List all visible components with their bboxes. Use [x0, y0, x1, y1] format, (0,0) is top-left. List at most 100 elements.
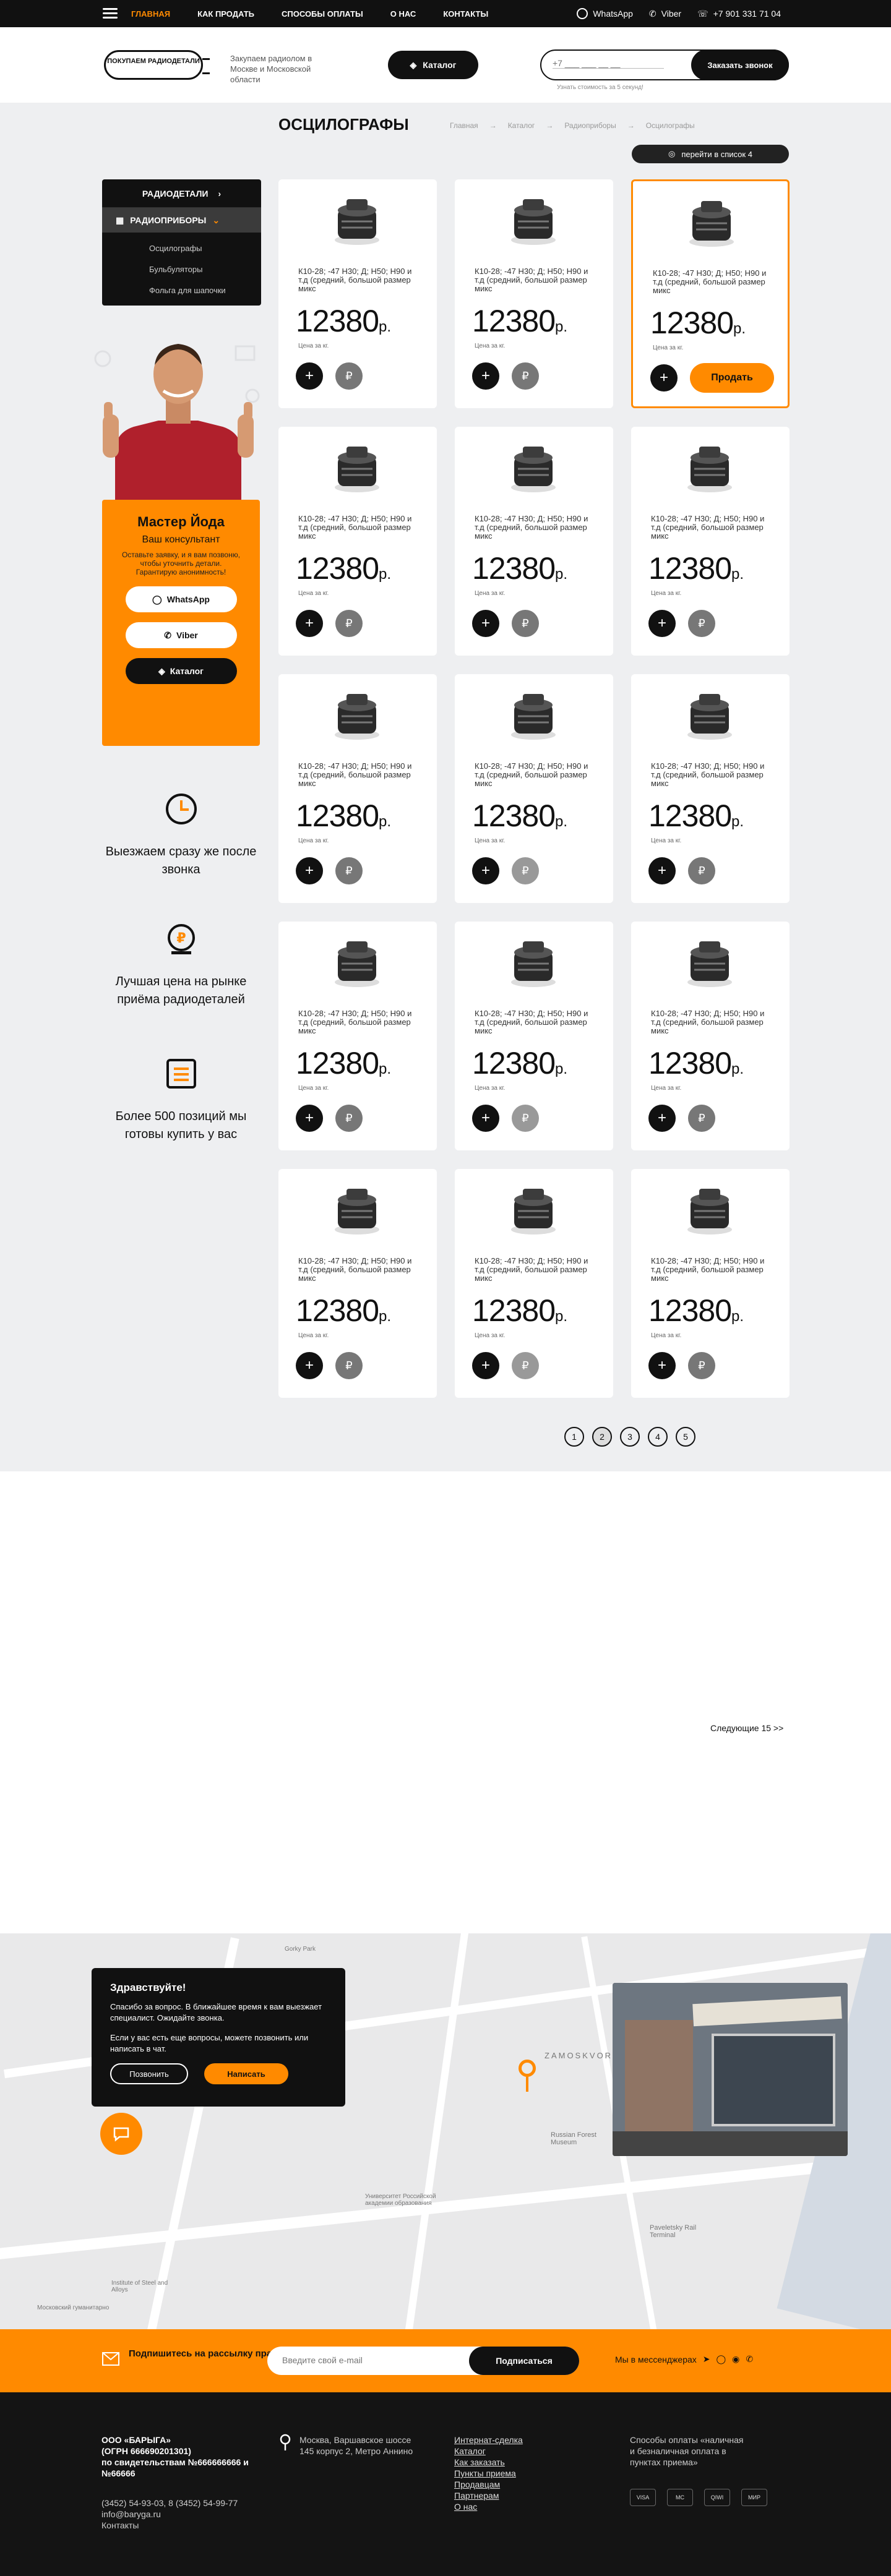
product-card[interactable]: К10-28; -47 Н30; Д; Н50; Н90 и т.д (сред…: [631, 427, 790, 656]
viber-icon[interactable]: ✆: [746, 2354, 753, 2364]
nav-how-to-sell[interactable]: КАК ПРОДАТЬ: [197, 9, 254, 19]
product-card[interactable]: К10-28; -47 Н30; Д; Н50; Н90 и т.д (сред…: [455, 427, 613, 656]
main-nav: ГЛАВНАЯ КАК ПРОДАТЬ СПОСОБЫ ОПЛАТЫ О НАС…: [131, 0, 488, 27]
product-card[interactable]: К10-28; -47 Н30; Д; Н50; Н90 и т.д (сред…: [631, 922, 790, 1150]
consultant-whatsapp-button[interactable]: ◯ WhatsApp: [125, 586, 237, 612]
ruble-button[interactable]: ₽: [688, 857, 715, 884]
ruble-button[interactable]: ₽: [512, 362, 539, 390]
add-to-list-button[interactable]: +: [472, 610, 499, 637]
ruble-button[interactable]: ₽: [335, 362, 363, 390]
product-card[interactable]: К10-28; -47 Н30; Д; Н50; Н90 и т.д (сред…: [455, 674, 613, 903]
add-to-list-button[interactable]: +: [472, 1352, 499, 1379]
consultant-viber-button[interactable]: ✆ Viber: [125, 622, 237, 648]
add-to-list-button[interactable]: +: [296, 857, 323, 884]
page-4[interactable]: 4: [648, 1427, 668, 1447]
footer-email[interactable]: info@baryga.ru: [101, 2509, 238, 2520]
consultant-catalog-button[interactable]: ◈ Каталог: [125, 658, 237, 684]
add-to-list-button[interactable]: +: [472, 857, 499, 884]
add-to-list-button[interactable]: +: [648, 1105, 676, 1132]
product-card[interactable]: К10-28; -47 Н30; Д; Н50; Н90 и т.д (сред…: [278, 674, 437, 903]
ruble-button[interactable]: ₽: [335, 1105, 363, 1132]
ruble-button[interactable]: ₽: [335, 610, 363, 637]
add-to-list-button[interactable]: +: [648, 1352, 676, 1379]
map-pin-icon[interactable]: [519, 2060, 536, 2092]
footer-link[interactable]: Интернат-сделка: [454, 2434, 523, 2445]
ruble-button[interactable]: ₽: [512, 1105, 539, 1132]
nav-contacts[interactable]: КОНТАКТЫ: [443, 9, 488, 19]
subscribe-form: Подписаться: [267, 2347, 579, 2375]
footer-link[interactable]: Каталог: [454, 2445, 523, 2457]
page-5[interactable]: 5: [676, 1427, 695, 1447]
product-card[interactable]: К10-28; -47 Н30; Д; Н50; Н90 и т.д (сред…: [631, 179, 790, 408]
footer-link[interactable]: Партнерам: [454, 2490, 523, 2501]
ruble-button[interactable]: ₽: [688, 1105, 715, 1132]
menu-icon[interactable]: [103, 8, 118, 19]
product-card[interactable]: К10-28; -47 Н30; Д; Н50; Н90 и т.д (сред…: [278, 922, 437, 1150]
page-3[interactable]: 3: [620, 1427, 640, 1447]
ruble-button[interactable]: ₽: [512, 857, 539, 884]
product-card[interactable]: К10-28; -47 Н30; Д; Н50; Н90 и т.д (сред…: [631, 674, 790, 903]
product-card[interactable]: К10-28; -47 Н30; Д; Н50; Н90 и т.д (сред…: [455, 922, 613, 1150]
popup-call-button[interactable]: Позвонить: [110, 2063, 188, 2084]
menu-radiodetails[interactable]: РАДИОДЕТАЛИ ›: [102, 179, 261, 208]
page-1[interactable]: 1: [564, 1427, 584, 1447]
footer-contacts-link[interactable]: Контакты: [101, 2520, 238, 2531]
add-to-list-button[interactable]: +: [472, 1105, 499, 1132]
chat-button[interactable]: [100, 2113, 142, 2155]
add-to-list-button[interactable]: +: [296, 362, 323, 390]
ruble-button[interactable]: ₽: [512, 1352, 539, 1379]
whatsapp-icon[interactable]: ◯: [717, 2354, 726, 2364]
footer-link[interactable]: О нас: [454, 2501, 523, 2512]
submenu-bulbulators[interactable]: Бульбуляторы: [149, 265, 202, 274]
footer-phones[interactable]: (3452) 54-93-03, 8 (3452) 54-99-77: [101, 2497, 238, 2509]
whatsapp-link[interactable]: WhatsApp: [577, 8, 633, 19]
breadcrumb-radiodevices[interactable]: Радиоприборы: [564, 121, 616, 130]
phone-input[interactable]: [553, 58, 664, 69]
phone-link[interactable]: ☏ +7 901 331 71 04: [697, 9, 781, 19]
product-card[interactable]: К10-28; -47 Н30; Д; Н50; Н90 и т.д (сред…: [631, 1169, 790, 1398]
add-to-list-button[interactable]: +: [296, 610, 323, 637]
catalog-button[interactable]: ◈ Каталог: [388, 51, 478, 79]
submenu-oscilloscopes[interactable]: Осцилографы: [149, 244, 202, 253]
product-image: [335, 694, 379, 740]
skype-icon[interactable]: ◉: [732, 2354, 739, 2364]
add-to-list-button[interactable]: +: [472, 362, 499, 390]
product-card[interactable]: К10-28; -47 Н30; Д; Н50; Н90 и т.д (сред…: [278, 179, 437, 408]
sell-button[interactable]: Продать: [690, 363, 774, 393]
go-to-list-button[interactable]: ◎ перейти в список 4: [632, 145, 789, 163]
subscribe-button[interactable]: Подписаться: [469, 2347, 579, 2375]
footer-link[interactable]: Как заказать: [454, 2457, 523, 2468]
breadcrumb-catalog[interactable]: Каталог: [508, 121, 535, 130]
footer-link[interactable]: Пункты приема: [454, 2468, 523, 2479]
product-card[interactable]: К10-28; -47 Н30; Д; Н50; Н90 и т.д (сред…: [455, 1169, 613, 1398]
ruble-button[interactable]: ₽: [512, 610, 539, 637]
add-to-list-button[interactable]: +: [296, 1352, 323, 1379]
page-2[interactable]: 2: [592, 1427, 612, 1447]
chevron-right-icon: ›: [218, 188, 222, 199]
add-to-list-button[interactable]: +: [650, 364, 678, 392]
product-card[interactable]: К10-28; -47 Н30; Д; Н50; Н90 и т.д (сред…: [278, 1169, 437, 1398]
menu-radiodevices[interactable]: ▦ РАДИОПРИБОРЫ ⌄: [102, 208, 261, 233]
popup-write-button[interactable]: Написать: [204, 2063, 288, 2084]
footer-link[interactable]: Продавцам: [454, 2479, 523, 2490]
breadcrumb-home[interactable]: Главная: [450, 121, 478, 130]
nav-home[interactable]: ГЛАВНАЯ: [131, 9, 170, 19]
nav-payment[interactable]: СПОСОБЫ ОПЛАТЫ: [282, 9, 363, 19]
request-call-button[interactable]: Заказать звонок: [691, 49, 789, 80]
add-to-list-button[interactable]: +: [648, 610, 676, 637]
submenu-foil-hats[interactable]: Фольга для шапочки: [149, 286, 226, 295]
telegram-icon[interactable]: ➤: [703, 2354, 710, 2364]
nav-about[interactable]: О НАС: [390, 9, 416, 19]
product-card[interactable]: К10-28; -47 Н30; Д; Н50; Н90 и т.д (сред…: [278, 427, 437, 656]
product-card[interactable]: К10-28; -47 Н30; Д; Н50; Н90 и т.д (сред…: [455, 179, 613, 408]
next-page-link[interactable]: Следующие 15 >>: [710, 1723, 783, 1733]
add-to-list-button[interactable]: +: [296, 1105, 323, 1132]
add-to-list-button[interactable]: +: [648, 857, 676, 884]
ruble-button[interactable]: ₽: [688, 610, 715, 637]
ruble-button[interactable]: ₽: [335, 857, 363, 884]
ruble-button[interactable]: ₽: [688, 1352, 715, 1379]
viber-link[interactable]: ✆ Viber: [649, 9, 681, 19]
email-input[interactable]: [282, 2355, 455, 2365]
logo[interactable]: ПОКУПАЕМ РАДИОДЕТАЛИ: [104, 50, 210, 80]
ruble-button[interactable]: ₽: [335, 1352, 363, 1379]
